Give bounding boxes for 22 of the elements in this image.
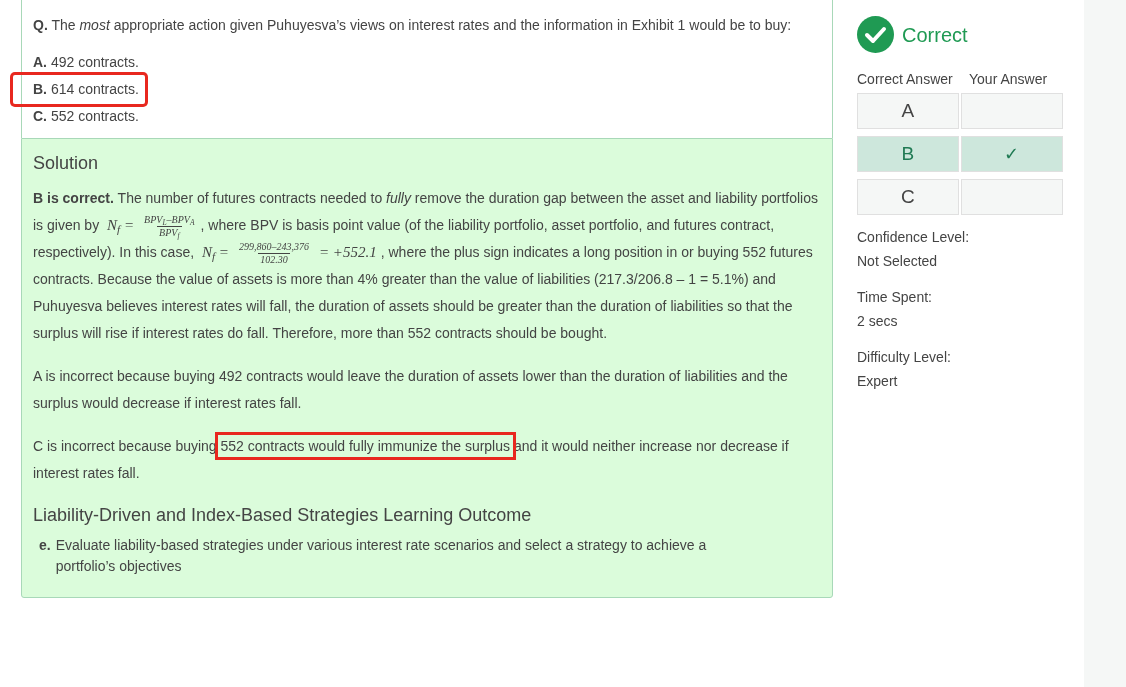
outcome-title: Liability-Driven and Index-Based Strategies Learning Outcome xyxy=(33,504,533,527)
outcome-letter: e. xyxy=(39,536,51,555)
detail-value: Expert xyxy=(857,372,899,391)
detail-label: Difficulty Level: xyxy=(857,348,952,367)
result-status: Correct xyxy=(902,22,968,48)
correct-answer-cell: C xyxy=(857,179,959,215)
question-text: Q. The most appropriate action given Puhuyesva’s views on interest rates and the information in Exhibit 1 would be to buy: xyxy=(33,16,793,35)
detail-label: Confidence Level: xyxy=(857,228,971,247)
solution-paragraph: A is incorrect because buying 492 contracts would leave the duration of assets lower than the duration of liabilities and the surplus would decrease if interest rates fall. xyxy=(33,367,789,413)
detail-label: Time Spent: xyxy=(857,288,933,307)
answer-option[interactable]: C. 552 contracts. xyxy=(33,103,139,130)
your-answer-cell: ✓ xyxy=(960,136,1063,172)
column-header: Your Answer xyxy=(969,70,1048,89)
detail-value: 2 secs xyxy=(857,312,899,331)
answer-option[interactable]: A. 492 contracts. xyxy=(33,49,139,76)
column-header: Correct Answer xyxy=(857,70,954,89)
answer-option[interactable]: B. 614 contracts. xyxy=(13,75,145,104)
outcome-text: Evaluate liability-based strategies under various interest rate scenarios and select a strategy to achieve a portfolio’s objectives xyxy=(55,536,708,576)
correct-answer-cell: A xyxy=(857,93,959,129)
correct-answer-cell: B xyxy=(857,136,959,172)
detail-value: Not Selected xyxy=(857,252,939,271)
solution-title: Solution xyxy=(33,152,100,175)
